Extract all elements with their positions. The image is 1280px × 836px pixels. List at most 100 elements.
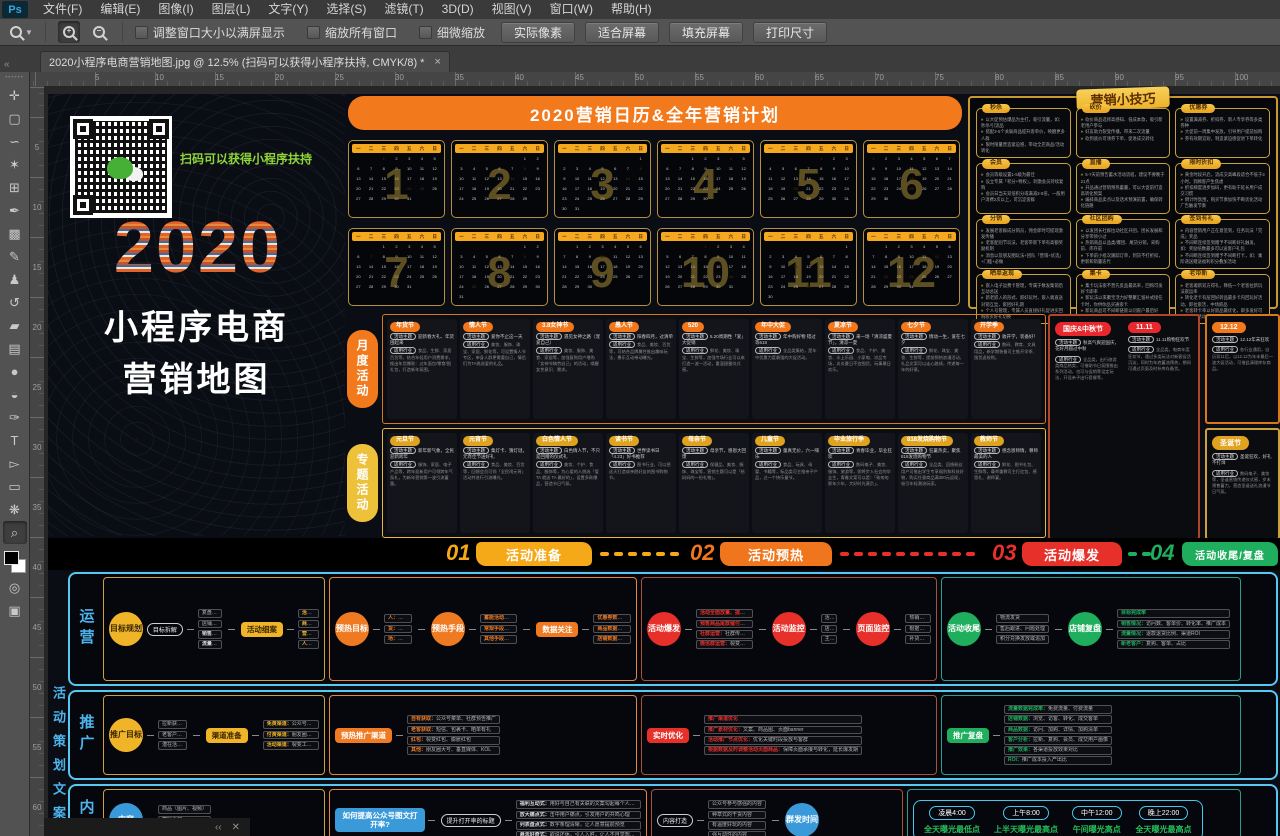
document-tab[interactable]: 2020小程序电商营销地图.jpg @ 12.5% (扫码可以获得小程序扶持, … [40,51,450,72]
tip-line: » 大促前一周集中发放，引导用户提前加购 [1180,129,1265,135]
crop-tool-icon[interactable]: ⊞ [3,176,27,199]
tip-line: » 会员日当天双倍积分或满减3-5倍，一般用户消费2次以上，可沉淀客群 [981,191,1066,203]
patch-tool-icon[interactable]: ▩ [3,222,27,245]
ruler-number: 45 [32,624,42,632]
color-swatches[interactable] [3,548,27,574]
holiday-card-title: 年货节 [390,322,420,332]
zoom-in-button[interactable]: + [58,21,80,43]
timeline-time: 凌晨4:00 [929,806,975,820]
node-item: 人员分工运营/文案/设计/客服/推广 [298,640,319,649]
menu-item[interactable]: 窗口(W) [541,0,602,19]
hand-tool-icon[interactable]: ❋ [3,498,27,521]
node-item: 活动推广节点优化：优化关键时段投放与客群 [704,736,862,745]
history-brush-tool-icon[interactable]: ↺ [3,291,27,314]
node-item: 活动全面放量、提升转化：整点秒杀/限时秒杀/满减包邮 [696,609,753,618]
node-items: 公众号参与感强的内容种草式的干货内容有温度好玩的内容强互动性的内容 [708,800,766,836]
menu-item[interactable]: 图层(L) [203,0,260,19]
magic-wand-tool-icon[interactable]: ✶ [3,153,27,176]
move-tool-icon[interactable]: ✛ [3,84,27,107]
holiday-theme: 活动主题感念恩师情，尊师最美的人 [974,448,1038,461]
holiday-theme: 活动主题迎新春大礼、年货囤起来 [390,334,454,347]
node-item: 悬念好奇式：欲说还休，引人入胜，让人不自觉想点开 [516,831,641,836]
holiday-card-title: 818发烧购物节 [901,436,953,446]
lasso-tool-icon[interactable]: ∽ [3,130,27,153]
eyedropper-tool-icon[interactable]: ✒ [3,199,27,222]
clone-stamp-tool-icon[interactable]: ♟ [3,268,27,291]
panel-collapse-icon[interactable]: « [4,59,10,70]
calendar-month: 一二三四五六日912345678910111213141516171819202… [554,228,651,306]
menu-item[interactable]: 3D(D) [433,0,483,19]
menu-item[interactable]: 图像(I) [149,0,202,19]
tip-line: » 砍到底价可领券下单，促进成交转化 [1081,136,1166,142]
options-button[interactable]: 实际像素 [501,22,575,43]
flow-row: 推广推广目标拉新获客、引流获客老客户维系及复购潜在活动主题用户渠道准备免费渠道：… [68,690,1278,780]
holiday-theme: 活动主题圣诞狂欢，好礼不打烊 [1212,454,1273,467]
holiday-industry: 适用行业食品、个护、美妆、水上乐园、小家电、凉品专场，炎炎夏日不宜囤货，玩事最日… [828,348,892,373]
holiday-theme: 活动主题来一场「清凉盛夏节」，清凉一夏 [828,334,892,347]
screen-mode-icon[interactable]: ▣ [3,599,27,622]
node-item: 福利互动式：用好与自己有关联的文案勾起每个人的关注 [516,800,641,809]
node-item: 种草式的干货内容 [708,811,766,820]
close-icon[interactable]: × [434,56,440,68]
options-button[interactable]: 适合屏幕 [585,22,659,43]
ruler-number: 65 [815,73,824,82]
node-items: 流量数据完成率：免费流量、付费流量店铺数据：浏览、访客、转化、成交客单商品数据：… [1004,705,1112,765]
shape-tool-icon[interactable]: ▭ [3,475,27,498]
quick-mask-icon[interactable]: ◎ [3,576,27,599]
tip-line: » 发展老客群成分销员，佣金即时可提现激发传播 [981,228,1066,240]
node-item: 商品规划选品、组货、定价、库存 [298,620,319,629]
node-circle: 预热手段 [431,612,465,646]
ruler-number: 45 [575,73,584,82]
calendar-days: 1234567891011121314151617181920212223242… [455,242,544,302]
options-button[interactable]: 填充屏幕 [669,22,743,43]
option-checkbox[interactable]: 缩放所有窗口 [307,24,397,41]
holiday-card: 818发烧购物节活动主题狂暑热卖，聚焦818发烧购物节适用行业全品类、回馈粉丝用… [898,433,968,533]
pen-tool-icon[interactable]: ✑ [3,406,27,429]
brush-tool-icon[interactable]: ✎ [3,245,27,268]
menu-item[interactable]: 选择(S) [317,0,375,19]
gradient-tool-icon[interactable]: ▤ [3,337,27,360]
document-canvas[interactable]: 扫码可以获得小程序扶持 2020 小程序电商 营销地图 2020营销日历&全年营… [44,86,1280,836]
type-tool-icon[interactable]: T [3,429,27,452]
zoom-tool-preset[interactable]: ▼ [10,26,33,38]
menu-item[interactable]: 文件(F) [34,0,91,19]
node-item: 优惠券数据：领券数、用券数、核销率 [593,614,631,623]
calendar-weekday-row: 一二三四五六日 [764,232,853,241]
zoom-tool-icon[interactable]: ⌕ [3,521,27,544]
holiday-card: 读书节活动主题世界读书日「4.23」好书推荐适用行业图书行业，可以把这天打造成亲… [606,433,676,533]
menu-item[interactable]: 帮助(H) [602,0,661,19]
holiday-theme: 活动主题青春毕业，毕业狂欢 [828,448,892,461]
status-icon[interactable]: ‹‹ [215,822,222,833]
dodge-tool-icon[interactable]: ◒ [3,383,27,406]
status-icon[interactable]: ✕ [232,822,240,833]
connector-line [505,820,512,821]
menu-item[interactable]: 文字(Y) [259,0,317,19]
eraser-tool-icon[interactable]: ▰ [3,314,27,337]
blur-tool-icon[interactable]: ● [3,360,27,383]
flow-cell: 凌晨4:00全天曝光最低点上午8:00上半天曝光最高点中午12:00午间曝光高点… [907,789,1241,836]
holiday-card: 儿童节活动主题童真无价，六一嗨乐适用行业食品、玩具、母婴、书籍等，标品类可主推亲… [752,433,822,533]
node-item: 主推商品流量及转化情况 [821,635,838,644]
marquee-tool-icon[interactable]: ▢ [3,107,27,130]
holiday-card: 情人节活动主题爱你不止这一天适用行业美妆、服饰、珠宝、家居、鲜花等，可设置情人节… [460,319,530,419]
holiday-industry: 适用行业食品、美妆、百货等，回馈会员可领「全民闹元宵」活动并进行引流曝光。 [463,462,527,481]
path-select-tool-icon[interactable]: ▻ [3,452,27,475]
node-group: 店铺复盘目标完成率销售情况：访问数、客单价、转化率、推广成本流量情况：退款退货比… [1068,609,1230,649]
zoom-out-button[interactable]: − [88,21,110,43]
node-item: 推广效果：各渠道投放效果对比 [1004,746,1112,755]
holiday-industry: 适用行业美妆、服饰、珠宝、家居、鲜花等，可设置情人节专区，单身人群更需要自己，情… [463,342,527,367]
stage-dash [966,552,975,556]
connector-line [685,629,692,630]
node-items: 人：执行排期、页面测试货：预热测试、热卖准备场：店铺活动页面、氛围预设 [384,614,412,643]
vertical-ruler: 51015202530354045505560 [30,86,45,836]
menu-item[interactable]: 视图(V) [483,0,541,19]
option-checkbox[interactable]: 调整窗口大小以满屏显示 [135,24,285,41]
holiday-industry: 适用行业图书行业，可以把这天打造成亲朋好友的囤书购物节。 [609,462,673,481]
menu-item[interactable]: 编辑(E) [91,0,149,19]
options-button[interactable]: 打印尺寸 [753,22,827,43]
calendar-month: 一二三四五六日121234567891011121314151617181920… [863,228,960,306]
calendar-days: 1234567891011121314151617181920212223242… [661,154,750,204]
menu-item[interactable]: 滤镜(T) [375,0,432,19]
option-checkbox[interactable]: 细微缩放 [419,24,485,41]
node-item: 老客户维系及复购 [158,731,187,740]
